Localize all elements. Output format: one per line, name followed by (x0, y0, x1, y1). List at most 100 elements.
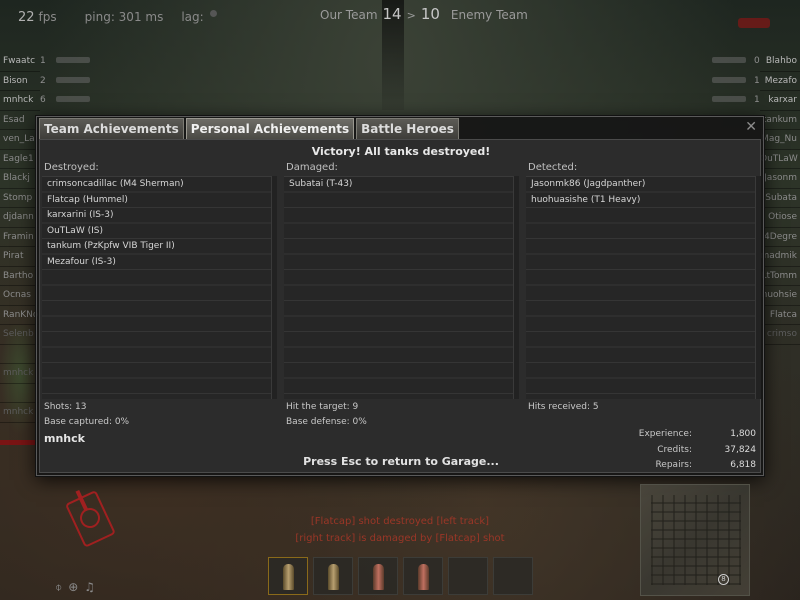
enemy-team-list: Blahbo Mezafo karxar tankum Mag_Nu OuTLaW Jaso… (760, 52, 800, 345)
player-name-label: mnhck (3, 368, 34, 378)
player-row: LtTomm (760, 267, 800, 286)
shots-stat: Shots: 13 (44, 402, 87, 412)
list-item: karxarini (IS-3) (47, 210, 114, 220)
player-name: mnhck (44, 432, 85, 445)
player-name-label: LtTomm (761, 270, 797, 281)
destroyed-list: crimsoncadillac (M4 Sherman) Flatcap (Hum… (42, 176, 277, 399)
detected-list: Jasonmk86 (Jagdpanther) huohuasishe (T1 H… (526, 176, 761, 399)
destroyed-scrollbar[interactable] (271, 176, 277, 399)
sound-icon[interactable]: ♫ (84, 580, 101, 594)
player-name-label: OuTLaW (760, 153, 798, 164)
player-row: Bartho (0, 267, 40, 286)
player-row: ven_La (0, 130, 40, 150)
ammo-slot[interactable] (313, 557, 353, 595)
our-team-label: Our Team (320, 8, 378, 22)
player-row: crimso (760, 325, 800, 345)
player-row: Flatca (760, 306, 800, 325)
player-row: Jasonm (760, 169, 800, 189)
frag-count: 1 (40, 56, 46, 66)
player-row (0, 384, 40, 403)
tab-battle-heroes[interactable]: Battle Heroes (356, 118, 459, 139)
list-item: Jasonmk86 (Jagdpanther) (531, 179, 646, 189)
player-row: Pirat (0, 247, 40, 267)
tab-personal-achievements[interactable]: Personal Achievements (185, 118, 355, 139)
he-shell-icon (328, 564, 339, 590)
list-item: huohuasishe (T1 Heavy) (531, 194, 641, 205)
experience-value: 1,800 (730, 429, 756, 439)
base-defense-stat: Base defense: 0% (286, 417, 367, 427)
enemy-team-label: Enemy Team (450, 8, 528, 22)
minimap[interactable] (640, 484, 750, 596)
battle-results-dialog: Team Achievements Personal Achievements … (36, 116, 764, 476)
player-row: Esad (0, 111, 40, 130)
consumable-slot[interactable] (448, 557, 488, 595)
player-health-bar (0, 440, 36, 445)
list-item: Subatai (T-43) (289, 179, 353, 189)
enemy-flag-icon (738, 18, 770, 28)
results-tabs: Team Achievements Personal Achievements … (39, 118, 461, 139)
tank-icon (712, 57, 746, 63)
detected-scrollbar[interactable] (755, 176, 761, 399)
player-row: tankum (760, 111, 800, 130)
player-row: Subata (760, 189, 800, 208)
list-item: OuTLaW (IS) (47, 225, 103, 236)
player-name-label: Ocnas (3, 290, 31, 300)
lag-indicator-icon (209, 10, 217, 17)
player-row: Fwaatc (0, 52, 40, 72)
player-row: 4Degre (760, 228, 800, 247)
player-name-label: RanKNo (3, 309, 39, 320)
player-name-label: Bison (3, 75, 28, 86)
destroyed-column: Destroyed: crimsoncadillac (M4 Sherman) F… (42, 160, 277, 399)
ammo-slot[interactable] (358, 557, 398, 595)
ammo-bar (268, 557, 533, 595)
player-name-label: madmik (760, 251, 797, 261)
player-name-label: karxar (768, 95, 797, 105)
frag-count: 1 (754, 75, 760, 86)
player-name-label: 4Degre (764, 231, 797, 242)
list-item: crimsoncadillac (M4 Sherman) (47, 179, 184, 189)
minimap-marker: 8 (718, 574, 729, 585)
player-row: Bison (0, 72, 40, 91)
destroyed-header: Destroyed: (44, 162, 99, 173)
player-row: madmik (760, 247, 800, 267)
detected-column: Detected: Jasonmk86 (Jagdpanther) huohuas… (526, 160, 761, 399)
player-name-label: ven_La (3, 134, 35, 144)
ping-readout: ping: 301 ms (84, 10, 164, 24)
player-row: Selenb (0, 325, 40, 345)
player-row: mnhck (0, 91, 40, 111)
credits-value: 37,824 (724, 445, 757, 455)
player-name-label: Flatca (769, 309, 797, 320)
ammo-slot[interactable] (403, 557, 443, 595)
player-name-label: Subata (765, 192, 797, 203)
player-name-label: Esad (3, 114, 25, 125)
consumable-slot[interactable] (493, 557, 533, 595)
player-name-label: Fwaatc (3, 56, 36, 66)
player-name-label: tankum (762, 114, 797, 125)
binoculars-icon[interactable]: ⌽ (55, 580, 68, 594)
player-row: Otiose (760, 208, 800, 228)
player-row (0, 345, 40, 364)
list-item: Flatcap (Hummel) (47, 194, 128, 205)
damaged-scrollbar[interactable] (513, 176, 519, 399)
tank-icon (712, 96, 746, 102)
crosshair-icon[interactable]: ⊕ (68, 580, 84, 594)
our-team-list: Fwaatc Bison mnhck Esad ven_La Eagle1 Blackj St… (0, 52, 40, 423)
tab-team-achievements[interactable]: Team Achievements (39, 118, 184, 139)
ammo-slot[interactable] (268, 557, 308, 595)
player-row: Ocnas (0, 286, 40, 306)
player-name-label: Selenb (3, 329, 34, 339)
credits-label: Credits: (657, 445, 692, 455)
frag-count: 1 (754, 95, 760, 105)
damaged-list: Subatai (T-43) (284, 176, 519, 399)
player-name-label: Jasonm (764, 173, 797, 183)
our-score: 14 (382, 5, 402, 23)
player-row: Eagle1 (0, 150, 40, 169)
settings-icons: ⌽⊕♫ (55, 580, 101, 595)
enemy-score: 10 (420, 5, 440, 23)
hits-received-stat: Hits received: 5 (528, 402, 599, 412)
player-name-label: Mag_Nu (761, 134, 797, 144)
consumable-icon (418, 564, 429, 590)
close-icon[interactable]: ✕ (745, 119, 757, 135)
list-item: Mezafour (IS-3) (47, 256, 116, 267)
personal-achievements-panel: Victory! All tanks destroyed! Destroyed:… (39, 139, 761, 473)
